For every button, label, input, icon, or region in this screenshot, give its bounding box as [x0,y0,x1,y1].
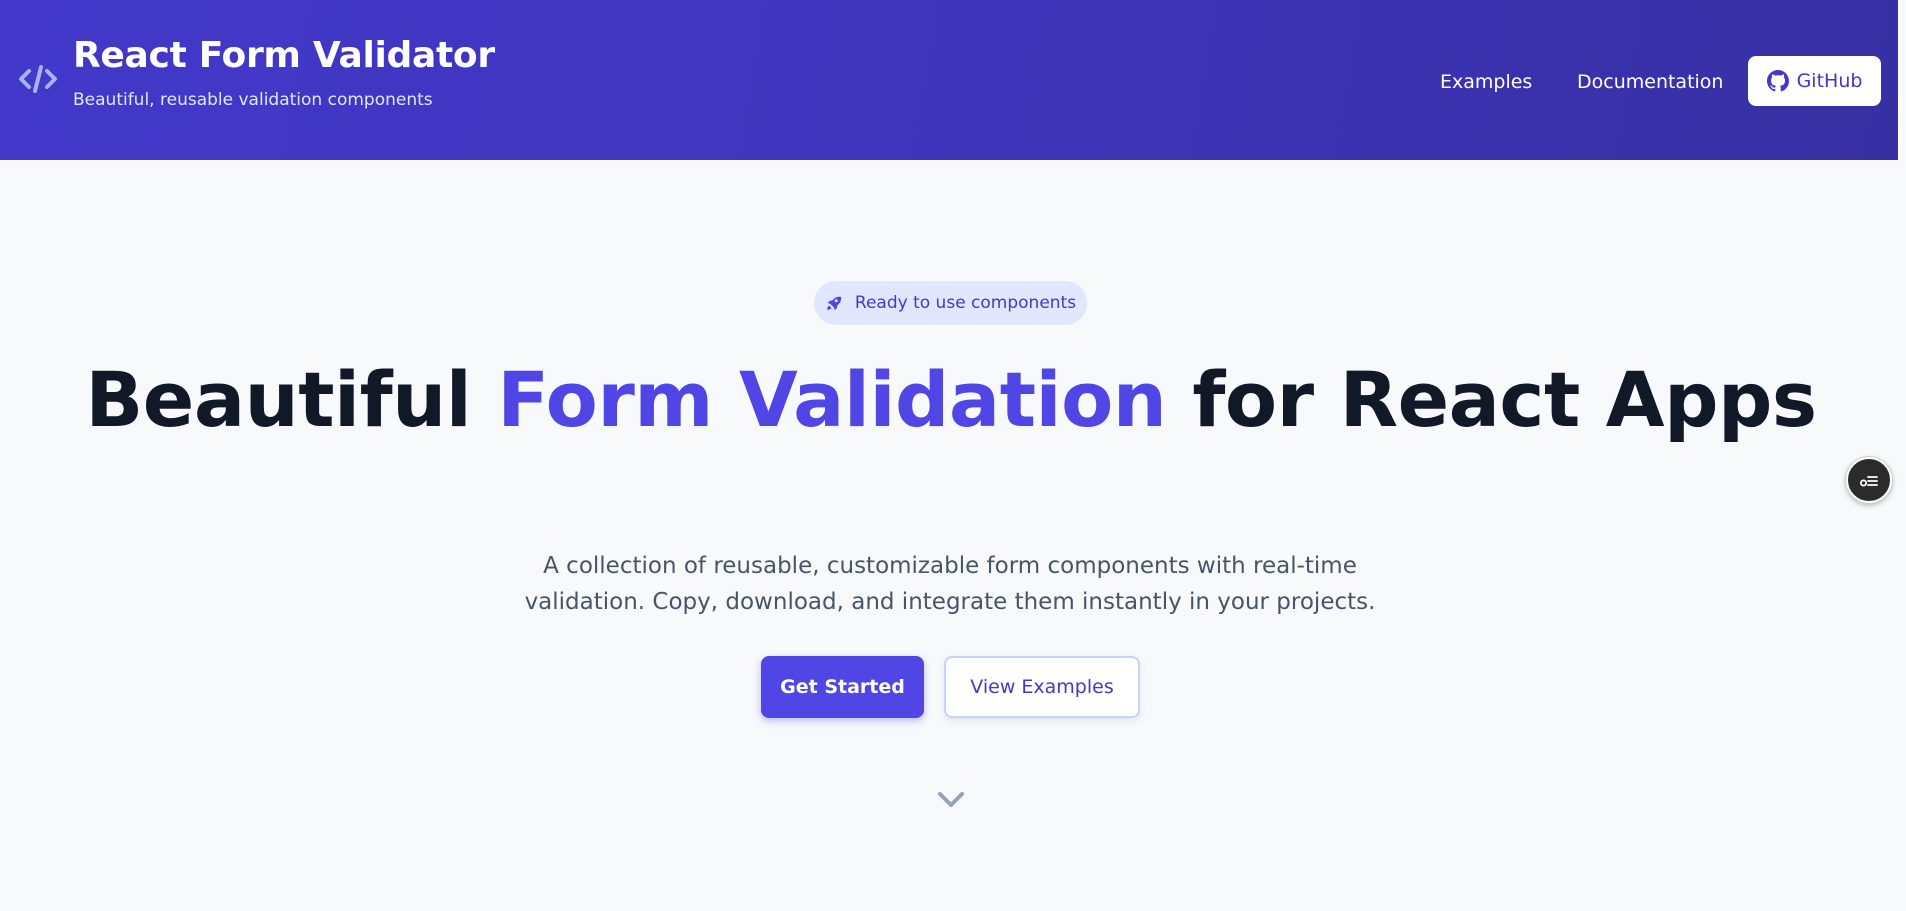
brand-title[interactable]: React Form Validator [73,34,495,78]
window-edge [1898,0,1902,160]
floating-menu-button[interactable] [1846,457,1892,503]
rocket-icon [827,296,842,311]
code-icon[interactable] [18,62,58,96]
view-examples-button[interactable]: View Examples [944,656,1140,718]
hero-title-part1: Beautiful [85,355,498,444]
get-started-button[interactable]: Get Started [761,656,924,718]
hero-title: Beautiful Form Validation for React Apps [0,360,1902,440]
hero-title-accent: Form Validation [497,355,1167,444]
list-settings-icon [1860,476,1878,487]
github-button[interactable]: GitHub [1748,56,1881,106]
hero-description: A collection of reusable, customizable f… [524,553,1376,615]
badge-label: Ready to use components [854,293,1077,313]
ready-badge: Ready to use components [814,281,1087,325]
nav-examples-link[interactable]: Examples [1440,70,1532,94]
nav-documentation-link[interactable]: Documentation [1577,70,1723,94]
site-header: React Form Validator Beautiful, reusable… [0,0,1902,160]
hero-title-part2: for React Apps [1166,355,1817,444]
github-label: GitHub [1796,70,1863,92]
brand-subtitle: Beautiful, reusable validation component… [73,90,433,110]
chevron-down-icon[interactable] [935,788,967,812]
github-icon [1766,70,1789,92]
